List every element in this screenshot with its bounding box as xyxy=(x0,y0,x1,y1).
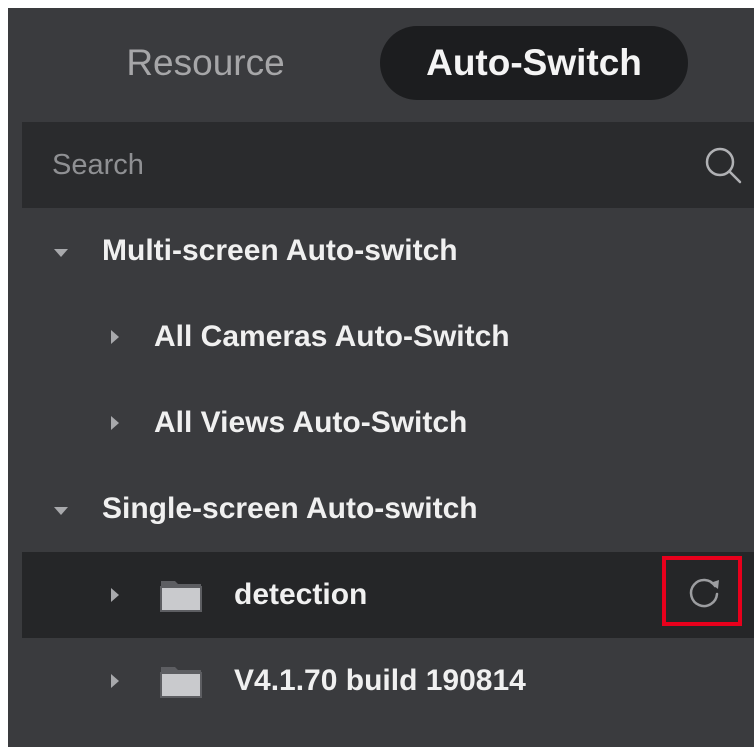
tree-group-label: Multi-screen Auto-switch xyxy=(102,234,458,267)
refresh-button-highlight[interactable] xyxy=(662,556,742,626)
folder-icon xyxy=(160,667,202,698)
expand-right-icon[interactable] xyxy=(106,414,124,432)
tree-item-label: detection xyxy=(234,578,368,611)
tree-item-all-cameras[interactable]: All Cameras Auto-Switch xyxy=(22,294,754,380)
panel-tabs: Resource Auto-Switch xyxy=(8,26,754,100)
tab-resource[interactable]: Resource xyxy=(98,26,313,100)
refresh-icon[interactable] xyxy=(686,574,722,610)
tree-item-label: All Views Auto-Switch xyxy=(154,406,468,439)
expand-right-icon[interactable] xyxy=(106,328,124,346)
expand-down-icon[interactable] xyxy=(52,244,70,262)
search-bar xyxy=(22,122,754,208)
tree-group-multi-screen[interactable]: Multi-screen Auto-switch xyxy=(22,208,754,294)
expand-right-icon[interactable] xyxy=(106,586,124,604)
expand-down-icon[interactable] xyxy=(52,502,70,520)
tree-item-v4-build[interactable]: V4.1.70 build 190814 xyxy=(22,638,754,724)
tree-group-single-screen[interactable]: Single-screen Auto-switch xyxy=(22,466,754,552)
search-input[interactable] xyxy=(52,122,672,208)
folder-icon xyxy=(160,581,202,612)
tree-group-label: Single-screen Auto-switch xyxy=(102,492,478,525)
tree-item-label: All Cameras Auto-Switch xyxy=(154,320,510,353)
search-icon[interactable] xyxy=(702,144,744,186)
auto-switch-panel: Resource Auto-Switch Multi-screen Auto-s… xyxy=(0,0,754,747)
tree-item-all-views[interactable]: All Views Auto-Switch xyxy=(22,380,754,466)
tab-auto-switch[interactable]: Auto-Switch xyxy=(380,26,688,100)
tree-item-label: V4.1.70 build 190814 xyxy=(234,664,526,697)
tree-item-detection[interactable]: detection xyxy=(22,552,754,638)
expand-right-icon[interactable] xyxy=(106,672,124,690)
